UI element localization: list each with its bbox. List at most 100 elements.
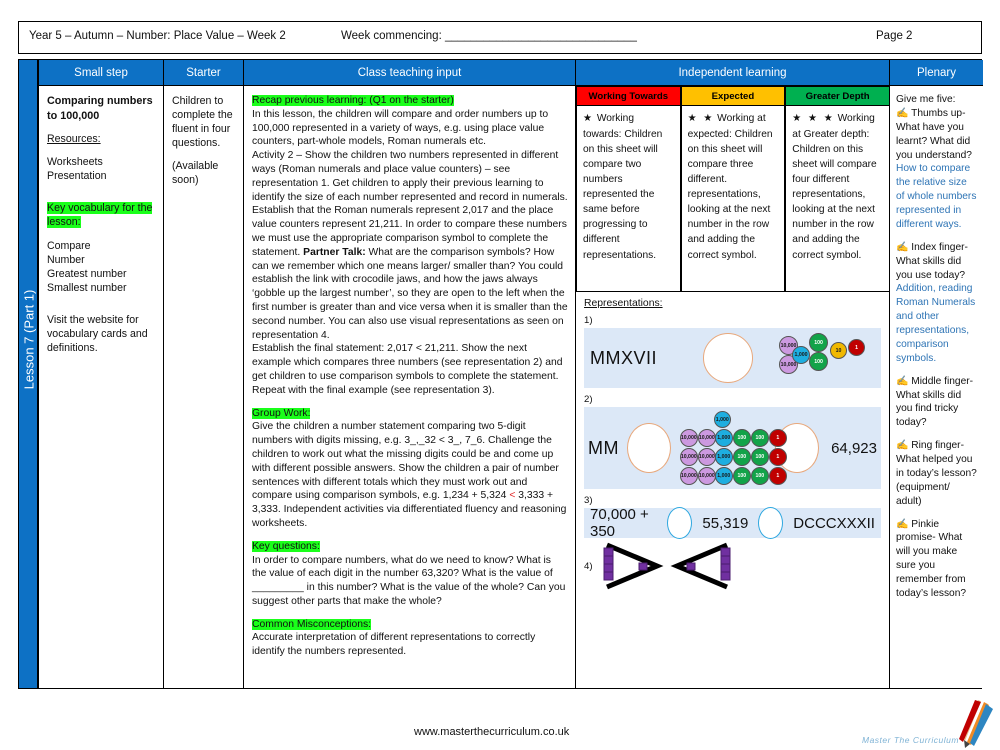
activity-part-3: Establish the final statement: 2,017 < 2… — [252, 343, 563, 396]
plenary-item: ✍ Thumbs up- What have you learnt? What … — [896, 107, 978, 232]
column-header-independent-learning: Independent learning — [576, 60, 890, 86]
plenary-item: ✍ Ring finger- What helped you in today’… — [896, 439, 978, 508]
band-header-expected: Expected — [680, 86, 786, 106]
group-work-label: Group Work: — [252, 407, 311, 419]
counter-10000: 10,000 — [679, 467, 698, 485]
cell-starter: Children to complete the fluent in four … — [164, 86, 244, 688]
starter-availability: (Available soon) — [172, 160, 219, 187]
column-header-starter: Starter — [164, 60, 244, 86]
representation-3: 70,000 + 350 55,319 DCCCXXXII — [584, 506, 881, 540]
counter-1000: 1,000 — [792, 346, 811, 364]
plenary-intro: Give me five: — [896, 94, 956, 105]
greater-than-cubes-icon — [603, 542, 663, 590]
starter-text: Children to complete the fluent in four … — [172, 95, 233, 150]
band-description: Children on this sheet will compare thre… — [687, 128, 773, 261]
hand-icon: ✍ — [896, 107, 909, 119]
document-title-bar: Year 5 – Autumn – Number: Place Value – … — [18, 21, 982, 54]
column-header-small-step: Small step — [39, 60, 164, 86]
star-rating-icon: ★ ★ ★ — [792, 113, 835, 124]
band-header-greater-depth: Greater Depth — [785, 86, 889, 106]
counter-1000: 1,000 — [713, 411, 731, 428]
lesson-tab: Lesson 7 (Part 1) — [18, 59, 38, 689]
column-header-plenary: Plenary — [890, 60, 983, 86]
plenary-answer: Addition, reading Roman Numerals and oth… — [896, 283, 976, 364]
cell-plenary: Give me five: ✍ Thumbs up- What have you… — [890, 86, 983, 688]
empty-comparison-circle — [627, 423, 671, 473]
website-note: Visit the website for vocabulary cards a… — [47, 313, 148, 354]
counter-1: 1 — [768, 467, 787, 485]
plenary-item: ✍ Middle finger- What skills did you fin… — [896, 375, 978, 431]
counter-1: 1 — [848, 339, 866, 356]
key-questions-label: Key questions: — [252, 540, 320, 552]
band-body-expected: ★ ★ Working at expected: Children on thi… — [680, 106, 786, 292]
roman-numeral: MM — [588, 437, 619, 458]
counter-10000: 10,000 — [697, 429, 716, 447]
resource-item: Worksheets — [47, 156, 103, 169]
place-value-counters-group-1: 10,000 10,000 1,000 100 100 10 1 — [779, 333, 866, 383]
cell-independent-learning: Working Towards Expected Greater Depth ★… — [576, 86, 890, 688]
vocab-item: Smallest number — [47, 281, 127, 294]
plenary-item: ✍ Pinkie promise- What will you make sur… — [896, 518, 978, 601]
representation-4-number: 4) — [584, 560, 593, 572]
band-description: Children on this sheet will compare two … — [583, 128, 663, 261]
counter-1: 1 — [768, 429, 787, 447]
empty-comparison-circle — [667, 507, 693, 539]
band-header-working-towards: Working Towards — [576, 86, 681, 106]
lesson-plan-grid: Small step Starter Class teaching input … — [38, 59, 983, 689]
master-the-curriculum-logo — [959, 700, 993, 748]
column-header-class-teaching-input: Class teaching input — [244, 60, 576, 86]
representation-2-number: 2) — [584, 394, 593, 405]
cell-small-step: Comparing numbers to 100,000 Resources: … — [39, 86, 164, 688]
counter-100: 100 — [750, 448, 769, 466]
hand-icon: ✍ — [896, 241, 909, 253]
group-work-body: Give the children a number statement com… — [252, 420, 568, 530]
counter-100: 100 — [732, 448, 751, 466]
page-number: Page 2 — [876, 30, 913, 42]
partner-talk-label: Partner Talk: — [303, 246, 366, 258]
expression: 70,000 + 350 — [590, 506, 649, 540]
vocab-item: Number — [47, 253, 85, 266]
plenary-prompt: Ring finger- What helped you in today’s … — [896, 440, 977, 507]
counter-100: 100 — [750, 429, 769, 447]
key-vocabulary-label: Key vocabulary for the lesson: — [47, 202, 153, 229]
counter-100: 100 — [809, 352, 829, 371]
week-commencing-field: Week commencing: _______________________… — [341, 30, 637, 42]
band-description: Children on this sheet will compare four… — [792, 143, 877, 261]
representations-label: Representations: — [584, 298, 663, 309]
common-misconceptions-body: Accurate interpretation of different rep… — [252, 632, 536, 658]
representation-2: MM 1,000 10,000 10,000 1,000 100 100 1 1… — [584, 407, 881, 489]
hand-icon: ✍ — [896, 440, 909, 452]
counter-1: 1 — [768, 448, 787, 466]
roman-numeral: MMXVII — [590, 347, 658, 368]
recap-label: Recap previous learning: (Q1 on the star… — [252, 95, 454, 106]
representation-3-number: 3) — [584, 495, 593, 506]
counter-10: 10 — [830, 342, 848, 359]
representation-1: MMXVII 10,000 10,000 1,000 100 100 10 1 — [584, 328, 881, 388]
band-body-working-towards: ★ Working towards: Children on this shee… — [576, 106, 681, 292]
key-questions-body: In order to compare numbers, what do we … — [252, 554, 566, 607]
vocab-item: Compare — [47, 239, 91, 252]
representations-area: Representations: 1) MMXVII 10,000 10,000… — [576, 292, 889, 688]
place-value-counters-group-2: 1,000 10,000 10,000 1,000 100 100 1 10,0… — [677, 411, 787, 485]
activity-part-1: Activity 2 – Show the children two numbe… — [252, 150, 568, 258]
cell-class-teaching-input: Recap previous learning: (Q1 on the star… — [244, 86, 576, 688]
footer-website-url: www.masterthecurriculum.co.uk — [414, 726, 570, 738]
activity-paragraph: Activity 2 – Show the children two numbe… — [252, 149, 568, 342]
counter-1000: 1,000 — [714, 429, 733, 447]
star-rating-icon: ★ ★ — [687, 113, 715, 124]
star-rating-icon: ★ — [583, 113, 594, 124]
plenary-prompt: Thumbs up- What have you learnt? What di… — [896, 107, 972, 161]
counter-1000: 1,000 — [714, 467, 733, 485]
lesson-tab-label: Lesson 7 (Part 1) — [21, 289, 37, 390]
band-body-greater-depth: ★ ★ ★ Working at Greater depth: Children… — [785, 106, 889, 292]
counter-100: 100 — [809, 333, 829, 352]
counter-1000: 1,000 — [714, 448, 733, 466]
hand-icon: ✍ — [896, 518, 909, 530]
lesson-plan-page: Year 5 – Autumn – Number: Place Value – … — [0, 0, 1000, 750]
plenary-answer: How to compare the relative size of whol… — [896, 163, 977, 230]
hand-icon: ✍ — [896, 375, 909, 387]
roman-numeral: DCCCXXXII — [793, 514, 875, 532]
small-step-title: Comparing numbers to 100,000 — [47, 95, 153, 122]
differentiation-table: Working Towards Expected Greater Depth ★… — [576, 86, 889, 292]
recap-body: In this lesson, the children will compar… — [252, 108, 549, 148]
